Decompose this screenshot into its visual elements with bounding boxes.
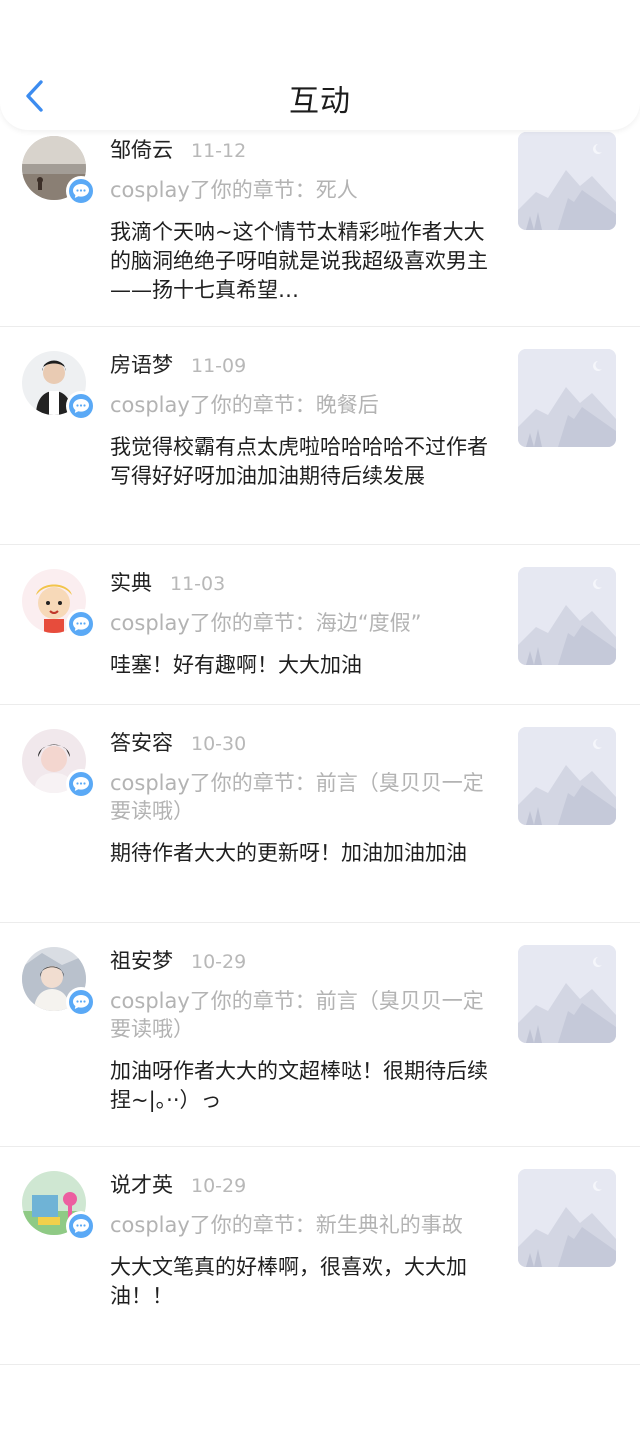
- chapter-thumbnail[interactable]: [518, 1169, 616, 1267]
- chapter-thumbnail[interactable]: [518, 567, 616, 665]
- timestamp: 10-29: [191, 1175, 247, 1197]
- user-name[interactable]: 祖安梦: [110, 945, 173, 975]
- avatar[interactable]: [22, 1171, 96, 1245]
- list-item[interactable]: 邹倚云 11-12 cosplay了你的章节：死人 我滴个天呐~这个情节太精彩啦…: [0, 130, 640, 327]
- chapter-text: cosplay了你的章节：海边“度假”: [110, 611, 422, 635]
- avatar[interactable]: [22, 947, 96, 1021]
- chapter-thumbnail[interactable]: [518, 945, 616, 1043]
- comment-badge-icon: [66, 391, 96, 421]
- list-item[interactable]: 说才英 10-29 cosplay了你的章节：新生典礼的事故 大大文笔真的好棒啊…: [0, 1147, 640, 1365]
- timestamp: 11-09: [191, 355, 247, 377]
- timestamp: 11-12: [191, 140, 247, 162]
- chapter-text: cosplay了你的章节：死人: [110, 178, 358, 202]
- avatar[interactable]: [22, 729, 96, 803]
- interaction-list: 邹倚云 11-12 cosplay了你的章节：死人 我滴个天呐~这个情节太精彩啦…: [0, 130, 640, 1365]
- avatar[interactable]: [22, 136, 96, 210]
- avatar[interactable]: [22, 351, 96, 425]
- timestamp: 10-30: [191, 733, 247, 755]
- comment-badge-icon: [66, 987, 96, 1017]
- timestamp: 11-03: [170, 573, 226, 595]
- list-item[interactable]: 答安容 10-30 cosplay了你的章节：前言（臭贝贝一定要读哦） 期待作者…: [0, 705, 640, 923]
- chapter-text: cosplay了你的章节：晚餐后: [110, 393, 379, 417]
- top-bar: 互动: [0, 0, 640, 130]
- comment-text: 哇塞！好有趣啊！大大加油: [110, 653, 362, 677]
- avatar[interactable]: [22, 569, 96, 643]
- chapter-text: cosplay了你的章节：前言（臭贝贝一定要读哦）: [110, 771, 484, 823]
- list-item[interactable]: 房语梦 11-09 cosplay了你的章节：晚餐后 我觉得校霸有点太虎啦哈哈哈…: [0, 327, 640, 545]
- comment-text: 期待作者大大的更新呀！加油加油加油: [110, 841, 467, 865]
- user-name[interactable]: 说才英: [110, 1169, 173, 1199]
- comment-badge-icon: [66, 1211, 96, 1241]
- user-name[interactable]: 邹倚云: [110, 134, 173, 164]
- comment-text: 加油呀作者大大的文超棒哒！很期待后续捏~|。··）っ: [110, 1059, 488, 1112]
- image-placeholder-icon: [518, 727, 616, 825]
- user-name[interactable]: 房语梦: [110, 349, 173, 379]
- comment-badge-icon: [66, 609, 96, 639]
- user-name[interactable]: 实典: [110, 567, 152, 597]
- comment-badge-icon: [66, 769, 96, 799]
- chapter-text: cosplay了你的章节：新生典礼的事故: [110, 1213, 463, 1237]
- chapter-thumbnail[interactable]: [518, 727, 616, 825]
- chapter-thumbnail[interactable]: [518, 132, 616, 230]
- image-placeholder-icon: [518, 132, 616, 230]
- comment-text: 我滴个天呐~这个情节太精彩啦作者大大的脑洞绝绝子呀咱就是说我超级喜欢男主——扬十…: [110, 220, 488, 302]
- user-name[interactable]: 答安容: [110, 727, 173, 757]
- image-placeholder-icon: [518, 945, 616, 1043]
- image-placeholder-icon: [518, 567, 616, 665]
- timestamp: 10-29: [191, 951, 247, 973]
- image-placeholder-icon: [518, 349, 616, 447]
- list-item[interactable]: 祖安梦 10-29 cosplay了你的章节：前言（臭贝贝一定要读哦） 加油呀作…: [0, 923, 640, 1147]
- chapter-text: cosplay了你的章节：前言（臭贝贝一定要读哦）: [110, 989, 484, 1041]
- comment-badge-icon: [66, 176, 96, 206]
- comment-text: 大大文笔真的好棒啊，很喜欢，大大加油！！: [110, 1255, 467, 1308]
- page-title: 互动: [289, 84, 351, 119]
- comment-text: 我觉得校霸有点太虎啦哈哈哈哈不过作者写得好好呀加油加油期待后续发展: [110, 435, 488, 488]
- image-placeholder-icon: [518, 1169, 616, 1267]
- chapter-thumbnail[interactable]: [518, 349, 616, 447]
- list-item[interactable]: 实典 11-03 cosplay了你的章节：海边“度假” 哇塞！好有趣啊！大大加…: [0, 545, 640, 705]
